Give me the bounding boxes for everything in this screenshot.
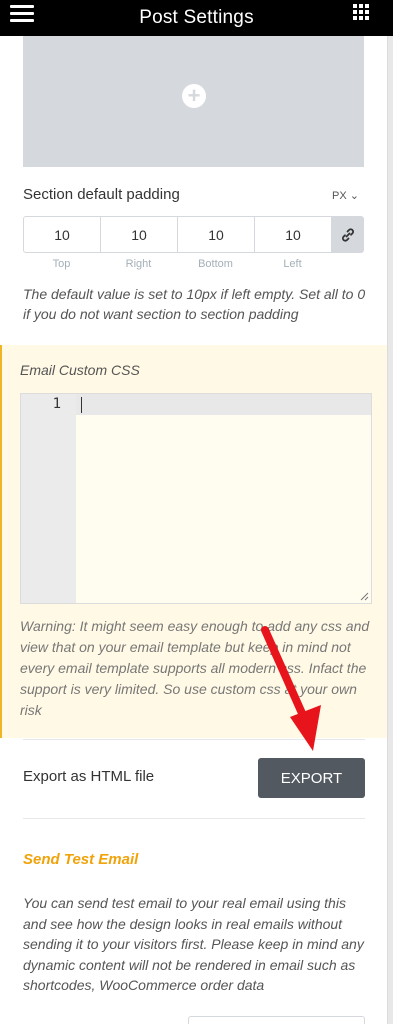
padding-top-input[interactable]: 10 — [24, 217, 101, 252]
unit-value: PX — [332, 190, 347, 202]
label-left: Left — [283, 258, 302, 270]
label-right: Right — [125, 258, 152, 270]
hamburger-icon[interactable] — [10, 5, 34, 27]
link-icon — [341, 227, 354, 242]
page-title: Post Settings — [139, 7, 254, 28]
chevron-down-icon: ⌄ — [349, 190, 359, 202]
text-caret — [81, 397, 82, 413]
send-test-email-title: Send Test Email — [23, 851, 139, 868]
export-label: Export as HTML file — [23, 768, 155, 785]
padding-side-labels: Top Right Bottom Left — [23, 258, 331, 270]
resize-handle-icon[interactable] — [360, 592, 369, 601]
grid-apps-icon[interactable] — [353, 4, 373, 24]
link-values-button[interactable] — [332, 217, 363, 252]
custom-css-title: Email Custom CSS — [20, 362, 140, 378]
divider — [23, 818, 365, 819]
padding-description: The default value is set to 10px if left… — [23, 286, 366, 322]
editor-gutter: 1 — [21, 394, 76, 603]
panel-scrollbar[interactable] — [387, 36, 393, 1024]
padding-left-input[interactable]: 10 — [255, 217, 332, 252]
padding-label: Section default padding — [23, 186, 180, 203]
padding-bottom-input[interactable]: 10 — [178, 217, 255, 252]
export-button[interactable]: EXPORT — [258, 758, 365, 798]
test-email-input[interactable] — [188, 1016, 365, 1024]
send-test-email-description: You can send test email to your real ema… — [23, 895, 364, 993]
label-bottom: Bottom — [198, 258, 233, 270]
css-code-editor[interactable]: 1 — [20, 393, 372, 604]
padding-inputs: 10 10 10 10 — [23, 216, 364, 253]
padding-right-input[interactable]: 10 — [101, 217, 178, 252]
line-number: 1 — [52, 396, 61, 412]
label-top: Top — [52, 258, 71, 270]
unit-selector[interactable]: PX ⌄ — [332, 189, 359, 202]
divider — [23, 739, 365, 740]
active-line-highlight — [76, 394, 371, 415]
top-bar: Post Settings — [0, 0, 393, 36]
css-warning: Warning: It might seem easy enough to ad… — [20, 618, 370, 718]
plus-circle-icon[interactable]: + — [182, 84, 206, 108]
